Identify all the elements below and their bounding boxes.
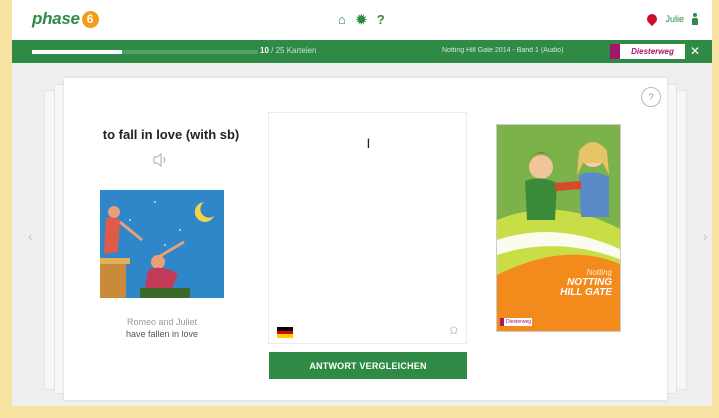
user-name[interactable]: Julie bbox=[665, 14, 684, 24]
background-frame-left bbox=[0, 0, 12, 418]
pin-icon[interactable] bbox=[645, 11, 660, 27]
caption-line-1: Romeo and Juliet bbox=[126, 317, 198, 327]
prev-arrow-icon[interactable]: ‹ bbox=[28, 228, 33, 244]
close-icon[interactable]: ✕ bbox=[690, 44, 700, 58]
app-header: phase 6 ⌂ ✹ ? Julie bbox=[12, 0, 712, 40]
counter-rest: / 25 Karteien bbox=[271, 46, 317, 55]
speaker-icon[interactable] bbox=[152, 152, 170, 168]
user-icon[interactable] bbox=[692, 13, 698, 25]
logo-text: phase bbox=[32, 9, 80, 28]
cover-title: Notting NOTTING HILL GATE bbox=[560, 268, 612, 298]
next-arrow-icon[interactable]: › bbox=[703, 228, 708, 244]
learning-progress-bar: 10 / 25 Karteien Notting Hill Gate 2014 … bbox=[12, 40, 712, 63]
home-icon[interactable]: ⌂ bbox=[338, 13, 346, 27]
help-icon[interactable]: ? bbox=[377, 13, 385, 27]
gear-icon[interactable]: ✹ bbox=[356, 13, 367, 27]
book-title: Notting Hill Gate 2014 - Band 1 (Audio) bbox=[442, 47, 564, 54]
phase6-logo[interactable]: phase 6 bbox=[32, 9, 99, 29]
background-frame-bottom bbox=[0, 406, 719, 418]
main-nav: ⌂ ✹ ? bbox=[338, 13, 385, 27]
cover-title-line-2: HILL GATE bbox=[560, 287, 612, 298]
compare-answer-button[interactable]: ANTWORT VERGLEICHEN bbox=[269, 352, 467, 379]
background-frame-right bbox=[712, 0, 719, 418]
progress-fill bbox=[32, 50, 123, 54]
counter-current: 10 bbox=[260, 46, 269, 55]
logo-six-badge: 6 bbox=[81, 10, 99, 28]
progress-track bbox=[32, 50, 258, 54]
illustration-caption: Romeo and Juliet have fallen in love bbox=[80, 316, 244, 340]
cover-publisher-logo: Diesterweg bbox=[500, 318, 532, 326]
romeo-juliet-illustration bbox=[100, 190, 224, 298]
publisher-logo: Diesterweg bbox=[610, 44, 685, 59]
help-circle-icon[interactable]: ? bbox=[641, 87, 661, 107]
user-menu[interactable]: Julie bbox=[645, 11, 698, 27]
caption-line-2: have fallen in love bbox=[125, 329, 199, 339]
answer-input[interactable]: I bbox=[269, 135, 468, 151]
card-counter: 10 / 25 Karteien bbox=[260, 46, 317, 55]
answer-input-area[interactable]: I Ω bbox=[268, 112, 467, 344]
german-flag-icon bbox=[277, 327, 293, 338]
special-characters-icon[interactable]: Ω bbox=[450, 325, 458, 337]
question-text: to fall in love (with sb) bbox=[102, 127, 240, 142]
cover-photo bbox=[497, 125, 620, 331]
cover-script-line: Notting bbox=[586, 268, 612, 277]
book-cover: Notting NOTTING HILL GATE Diesterweg bbox=[496, 124, 621, 332]
